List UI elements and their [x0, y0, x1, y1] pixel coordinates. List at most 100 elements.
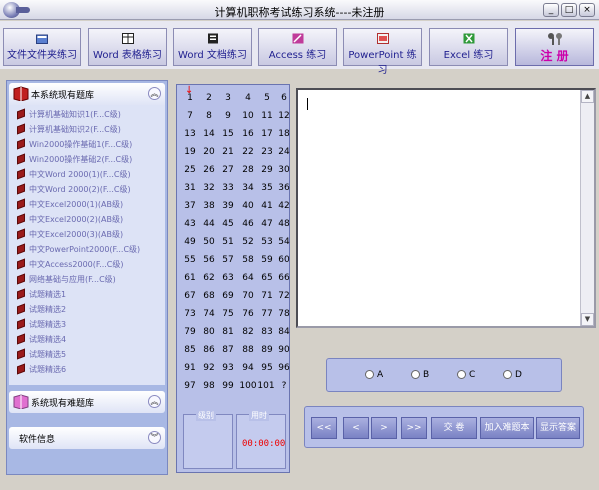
previous-question-button[interactable]: <	[343, 417, 369, 439]
question-number-cell[interactable]: 26	[199, 162, 219, 178]
question-number-cell[interactable]: 50	[199, 234, 219, 250]
list-item[interactable]: 中文Excel2000(3)(AB级)	[17, 228, 123, 243]
question-number-cell[interactable]: 96	[274, 360, 294, 376]
chevron-down-icon[interactable]: ︾	[148, 431, 161, 444]
question-number-cell[interactable]: 7	[180, 108, 200, 124]
question-number-cell[interactable]: 74	[199, 306, 219, 322]
list-item[interactable]: Win2000操作基础2(F...C级)	[17, 153, 132, 168]
question-number-cell[interactable]: 22	[238, 144, 258, 160]
hard-bank-header[interactable]: 系统现有难题库 ︽	[9, 391, 165, 413]
question-number-cell[interactable]: 54	[274, 234, 294, 250]
question-number-cell[interactable]: 31	[180, 180, 200, 196]
question-number-cell[interactable]: 13	[180, 126, 200, 142]
list-item[interactable]: 计算机基础知识1(F...C级)	[17, 108, 121, 123]
option-b-radio[interactable]: B	[411, 370, 429, 380]
file-folder-practice-button[interactable]: 文件文件夹练习	[3, 28, 81, 66]
close-button[interactable]: ×	[579, 3, 595, 17]
list-item[interactable]: 试题精选5	[17, 348, 66, 363]
question-number-cell[interactable]: 27	[218, 162, 238, 178]
question-number-cell[interactable]: ?	[274, 378, 294, 394]
chevron-up-icon[interactable]: ︽	[148, 395, 161, 408]
question-number-cell[interactable]: 30	[274, 162, 294, 178]
question-number-cell[interactable]: 84	[274, 324, 294, 340]
question-number-cell[interactable]: 64	[238, 270, 258, 286]
question-number-cell[interactable]: 49	[180, 234, 200, 250]
powerpoint-practice-button[interactable]: PowerPoint 练习	[343, 28, 422, 76]
question-number-cell[interactable]: 67	[180, 288, 200, 304]
question-number-cell[interactable]: 25	[180, 162, 200, 178]
question-number-cell[interactable]: 20	[199, 144, 219, 160]
vertical-scrollbar[interactable]: ▲ ▼	[580, 90, 594, 326]
question-number-cell[interactable]: 92	[199, 360, 219, 376]
option-a-radio[interactable]: A	[365, 370, 383, 380]
question-number-cell[interactable]: 56	[199, 252, 219, 268]
question-number-cell[interactable]: 38	[199, 198, 219, 214]
question-number-cell[interactable]: 36	[274, 180, 294, 196]
question-number-cell[interactable]: 87	[218, 342, 238, 358]
list-item[interactable]: 试题精选6	[17, 363, 66, 378]
add-to-hard-book-button[interactable]: 加入难题本	[480, 417, 534, 439]
question-number-cell[interactable]: 58	[238, 252, 258, 268]
list-item[interactable]: 试题精选3	[17, 318, 66, 333]
question-number-cell[interactable]: 40	[238, 198, 258, 214]
list-item[interactable]: 网络基础与应用(F...C级)	[17, 273, 116, 288]
question-number-cell[interactable]: 79	[180, 324, 200, 340]
software-info-header[interactable]: 软件信息 ︾	[9, 427, 165, 449]
question-number-cell[interactable]: 61	[180, 270, 200, 286]
question-number-cell[interactable]: 94	[238, 360, 258, 376]
list-item[interactable]: 中文PowerPoint2000(F...C级)	[17, 243, 140, 258]
question-number-cell[interactable]: 3	[218, 90, 238, 106]
excel-practice-button[interactable]: Excel 练习	[429, 28, 508, 66]
first-question-button[interactable]: <<	[311, 417, 337, 439]
question-number-cell[interactable]: 39	[218, 198, 238, 214]
option-c-radio[interactable]: C	[457, 370, 475, 380]
list-item[interactable]: 中文Word 2000(2)(F...C级)	[17, 183, 131, 198]
question-number-cell[interactable]: 51	[218, 234, 238, 250]
question-number-cell[interactable]: 69	[218, 288, 238, 304]
next-question-button[interactable]: >	[371, 417, 397, 439]
question-number-cell[interactable]: 73	[180, 306, 200, 322]
question-number-cell[interactable]: 24	[274, 144, 294, 160]
owned-bank-header[interactable]: 本系统现有题库 ︽	[9, 83, 165, 105]
question-number-cell[interactable]: 37	[180, 198, 200, 214]
question-number-cell[interactable]: 34	[238, 180, 258, 196]
question-number-cell[interactable]: 33	[218, 180, 238, 196]
question-text-area[interactable]: ▲ ▼	[296, 88, 596, 328]
question-number-cell[interactable]: 2	[199, 90, 219, 106]
list-item[interactable]: 试题精选4	[17, 333, 66, 348]
question-number-cell[interactable]: 32	[199, 180, 219, 196]
question-number-cell[interactable]: 46	[238, 216, 258, 232]
question-number-cell[interactable]: 16	[238, 126, 258, 142]
scroll-down-icon[interactable]: ▼	[581, 313, 594, 326]
question-number-cell[interactable]: 19	[180, 144, 200, 160]
question-number-cell[interactable]: 72	[274, 288, 294, 304]
question-number-cell[interactable]: 63	[218, 270, 238, 286]
list-item[interactable]: 试题精选2	[17, 303, 66, 318]
question-number-cell[interactable]: 68	[199, 288, 219, 304]
question-number-cell[interactable]: 42	[274, 198, 294, 214]
maximize-button[interactable]: □	[561, 3, 577, 17]
question-number-cell[interactable]: 55	[180, 252, 200, 268]
question-number-cell[interactable]: 90	[274, 342, 294, 358]
question-number-cell[interactable]: 70	[238, 288, 258, 304]
word-table-practice-button[interactable]: Word 表格练习	[88, 28, 167, 66]
list-item[interactable]: 中文Access2000(F...C级)	[17, 258, 124, 273]
register-button[interactable]: 注 册	[515, 28, 594, 66]
question-number-cell[interactable]: 93	[218, 360, 238, 376]
question-number-cell[interactable]: 80	[199, 324, 219, 340]
question-number-cell[interactable]: 9	[218, 108, 238, 124]
list-item[interactable]: 试题精选1	[17, 288, 66, 303]
last-question-button[interactable]: >>	[401, 417, 427, 439]
access-practice-button[interactable]: Access 练习	[258, 28, 337, 66]
question-number-cell[interactable]: 60	[274, 252, 294, 268]
question-number-cell[interactable]: 97	[180, 378, 200, 394]
question-number-cell[interactable]: 18	[274, 126, 294, 142]
question-number-cell[interactable]: 45	[218, 216, 238, 232]
question-number-cell[interactable]: 1	[180, 90, 200, 106]
question-number-cell[interactable]: 43	[180, 216, 200, 232]
question-number-cell[interactable]: 44	[199, 216, 219, 232]
list-item[interactable]: Win2000操作基础1(F...C级)	[17, 138, 132, 153]
question-number-cell[interactable]: 85	[180, 342, 200, 358]
list-item[interactable]: 中文Word 2000(1)(F...C级)	[17, 168, 131, 183]
option-d-radio[interactable]: D	[503, 370, 522, 380]
